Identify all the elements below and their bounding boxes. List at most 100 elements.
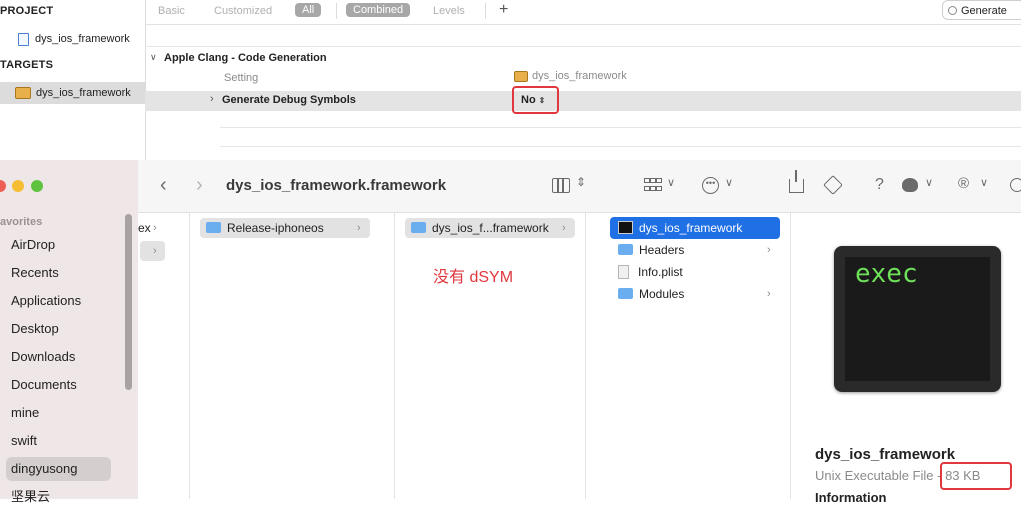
chevron-right-icon: › [357,222,361,234]
divider [485,3,486,19]
sidebar-item-jianguoyun[interactable]: 坚果云 [11,486,50,508]
sidebar-item-desktop[interactable]: Desktop [11,318,59,340]
xcode-navigator: PROJECT dys_ios_framework TARGETS dys_io… [0,0,146,160]
tag-icon[interactable] [823,175,843,195]
help-icon[interactable]: ? [875,176,884,194]
xcode-build-settings: PROJECT dys_ios_framework TARGETS dys_io… [0,0,1021,160]
minimize-window-button[interactable] [12,180,24,192]
toolbox-icon [514,70,528,82]
settings-filter-bar: Basic Customized All Combined Levels + [145,0,1021,25]
sidebar-item-documents[interactable]: Documents [11,374,77,396]
back-button[interactable]: ‹ [160,174,167,197]
chevron-down-icon[interactable]: ∨ [980,176,988,189]
project-item[interactable]: dys_ios_framework [0,28,145,50]
folder-item-modules[interactable]: Modules › [610,283,780,305]
target-item[interactable]: dys_ios_framework [0,82,145,104]
forward-button[interactable]: › [196,174,203,197]
group-grid-icon[interactable] [644,178,662,192]
column-target-label: dys_ios_framework [532,70,627,82]
chevron-down-icon[interactable]: ∨ [925,176,933,189]
plist-file-icon [618,264,629,279]
add-setting-button[interactable]: + [499,1,508,19]
chevron-right-icon: › [153,245,157,257]
share-icon[interactable] [789,170,804,193]
registered-icon[interactable]: ® [958,175,969,192]
disclosure-open-icon[interactable]: ∨ [150,52,157,63]
chevron-right-icon[interactable]: › [210,93,214,105]
column-divider[interactable] [790,213,791,499]
folder-item-release-iphoneos[interactable]: Release-iphoneos › [200,218,370,238]
exec-label: exec [855,259,918,289]
sidebar-item-dingyusong[interactable]: dingyusong [11,458,78,480]
list-item[interactable]: ex › [138,217,188,239]
search-icon[interactable] [1010,178,1021,192]
highlight-box [940,462,1012,490]
finder-toolbar: ‹ › dys_ios_framework.framework ⇕ ∨ ••• … [138,160,1021,213]
setting-value-popup[interactable]: No ⇕ [521,94,545,106]
search-icon [948,6,957,15]
folder-icon [206,222,221,234]
chevron-right-icon: › [562,222,566,234]
zoom-window-button[interactable] [31,180,43,192]
folder-icon [618,244,633,256]
column-divider[interactable] [585,213,586,499]
window-title: dys_ios_framework.framework [226,177,447,194]
updown-chevron-icon[interactable]: ⇕ [576,175,586,189]
exec-preview-icon: exec [834,246,1001,392]
project-item-label: dys_ios_framework [35,33,130,45]
target-item-label: dys_ios_framework [36,87,131,99]
list-item-label: ex [138,221,151,235]
folder-label: Headers [639,243,685,257]
section-title: Apple Clang - Code Generation [164,52,327,64]
sidebar-item-downloads[interactable]: Downloads [11,346,75,368]
chevron-right-icon: › [767,288,771,300]
annotation-no-dsym: 没有 dSYM [433,269,514,286]
folder-item-framework[interactable]: dys_ios_f...framework › [405,218,575,238]
column-setting-header: Setting [224,72,259,84]
sidebar-item-airdrop[interactable]: AirDrop [11,234,55,256]
sidebar-item-swift[interactable]: swift [11,430,37,452]
column-target-header: dys_ios_framework [514,70,627,82]
folder-icon [618,288,633,300]
favorites-header: avorites [0,216,43,228]
information-header: Information [815,490,887,505]
plugin-icon[interactable] [902,178,918,192]
filter-combined[interactable]: Combined [346,3,411,17]
finder-window: avorites AirDrop Recents Applications De… [0,160,1021,505]
updown-chevron-icon: ⇕ [538,96,546,105]
sidebar-item-mine[interactable]: mine [11,402,39,424]
project-file-icon [18,32,29,46]
chevron-down-icon[interactable]: ∨ [667,176,675,189]
filter-customized[interactable]: Customized [214,5,272,17]
sidebar-item-recents[interactable]: Recents [11,262,59,284]
file-item-info-plist[interactable]: Info.plist [610,261,780,283]
sidebar-scrollbar[interactable] [125,214,132,390]
file-item-executable[interactable]: dys_ios_framework [610,217,780,239]
file-label: Info.plist [638,265,683,279]
settings-search-field[interactable]: Generate [942,0,1021,20]
column-divider[interactable] [189,213,190,499]
chevron-right-icon: › [153,222,157,234]
project-header: PROJECT [0,5,54,17]
column-view-icon[interactable] [552,178,570,193]
file-kind: Unix Executable File [815,468,934,483]
preview-file-name: dys_ios_framework [815,446,956,463]
close-window-button[interactable] [0,180,6,192]
sidebar-item-applications[interactable]: Applications [11,290,81,312]
filter-levels[interactable]: Levels [433,5,465,17]
divider [220,127,1021,128]
list-item-selected[interactable]: › [140,241,165,261]
filter-basic[interactable]: Basic [158,5,185,17]
filter-all[interactable]: All [295,3,322,17]
folder-label: Modules [639,287,685,301]
chevron-right-icon: › [767,244,771,256]
column-divider[interactable] [394,213,395,499]
folder-label: Release-iphoneos [227,221,324,235]
more-actions-icon[interactable]: ••• [702,177,719,194]
setting-value: No [521,94,536,106]
divider [336,3,337,19]
folder-label: dys_ios_f...framework [432,221,549,235]
search-value: Generate [961,5,1007,17]
chevron-down-icon[interactable]: ∨ [725,176,733,189]
folder-item-headers[interactable]: Headers › [610,239,780,261]
